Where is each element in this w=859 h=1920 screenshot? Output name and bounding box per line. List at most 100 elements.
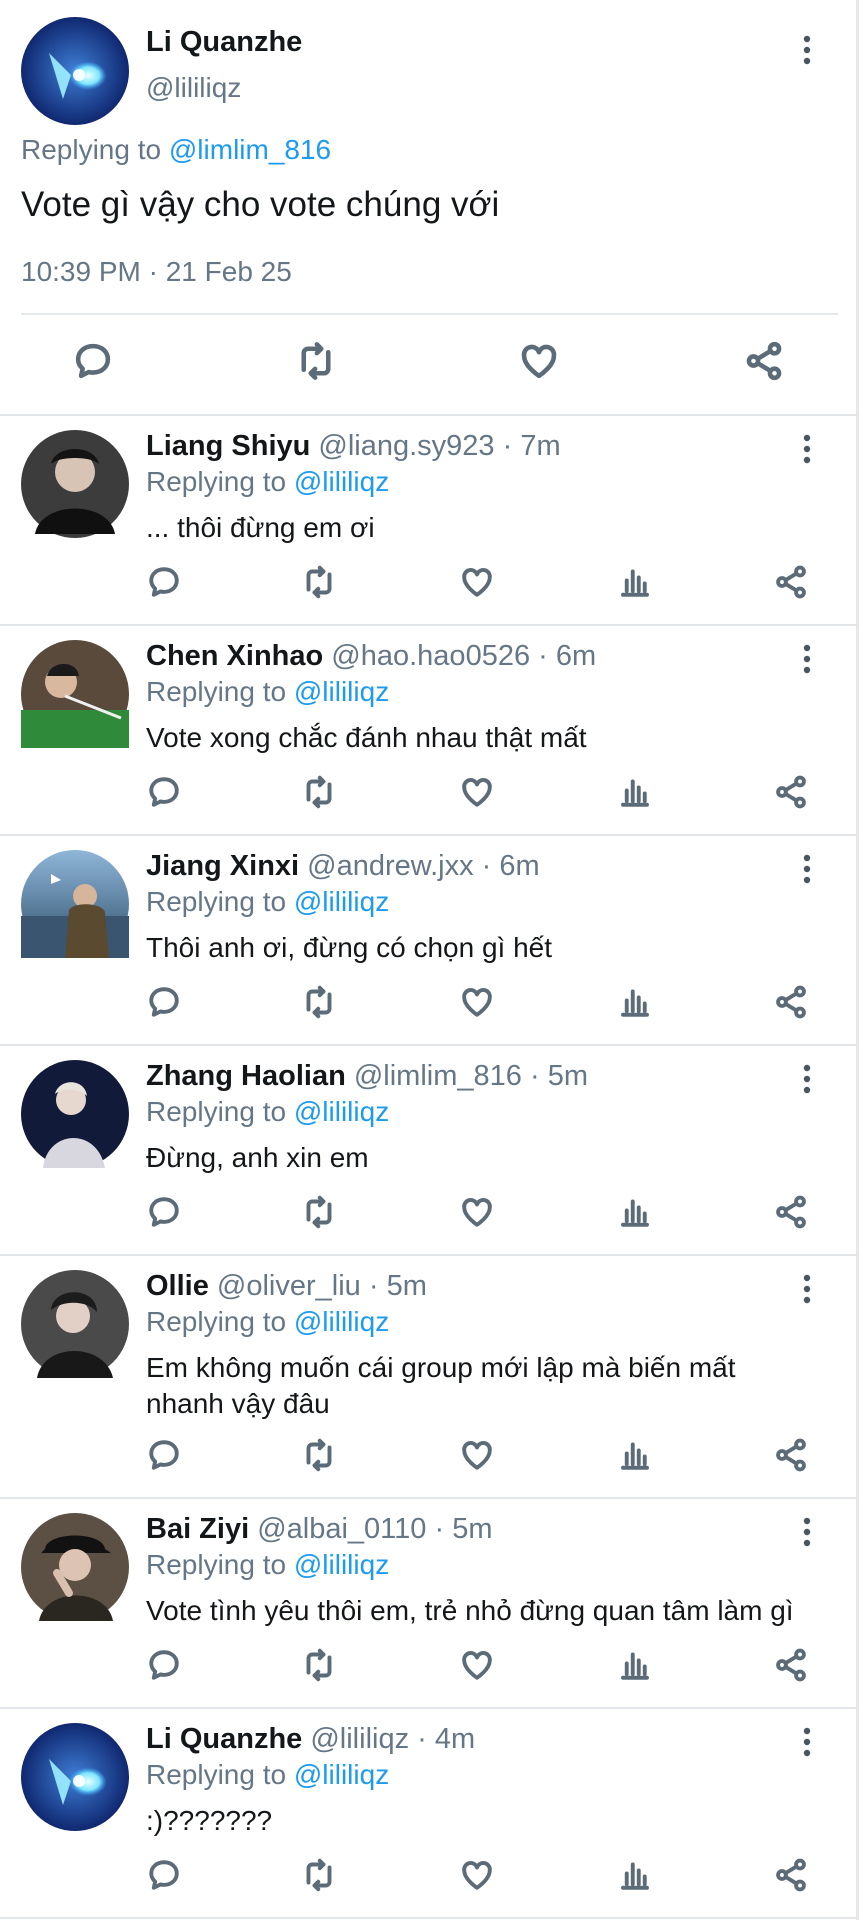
like-icon[interactable] [459, 774, 495, 810]
reply-item[interactable]: Bai Ziyi @albai_0110 · 5m Replying to @l… [0, 1499, 859, 1709]
reply-item[interactable]: Li Quanzhe @lililiqz · 4m Replying to @l… [0, 1709, 859, 1919]
share-icon[interactable] [773, 564, 809, 600]
retweet-icon[interactable] [300, 1437, 338, 1473]
like-icon[interactable] [459, 1857, 495, 1893]
avatar[interactable] [21, 430, 129, 538]
reply-icon[interactable] [72, 340, 114, 382]
like-icon[interactable] [459, 564, 495, 600]
reply-author-name[interactable]: Jiang Xinxi [146, 850, 299, 882]
like-icon[interactable] [459, 1647, 495, 1683]
reply-time: 5m [547, 1060, 588, 1092]
reply-author-name[interactable]: Bai Ziyi [146, 1513, 249, 1545]
reply-header: Jiang Xinxi @andrew.jxx · 6m [146, 850, 540, 883]
avatar[interactable] [21, 1513, 129, 1621]
more-vertical-icon[interactable] [800, 854, 814, 884]
reply-icon[interactable] [146, 984, 182, 1020]
retweet-icon[interactable] [294, 340, 338, 382]
replying-to: Replying to @lililiqz [146, 1096, 389, 1128]
reply-icon[interactable] [146, 1194, 182, 1230]
author-name[interactable]: Li Quanzhe [146, 26, 302, 59]
avatar[interactable] [21, 1060, 129, 1168]
replying-to: Replying to @lililiqz [146, 466, 389, 498]
views-icon[interactable] [617, 1857, 653, 1893]
reply-item[interactable]: Jiang Xinxi @andrew.jxx · 6m Replying to… [0, 836, 859, 1046]
more-vertical-icon[interactable] [800, 1064, 814, 1094]
tweet-timestamp: 10:39 PM · 21 Feb 25 [21, 256, 292, 287]
reply-text: Vote xong chắc đánh nhau thật mất [146, 722, 587, 753]
more-vertical-icon[interactable] [800, 35, 814, 65]
avatar[interactable] [21, 640, 129, 748]
reply-author-name[interactable]: Liang Shiyu [146, 430, 310, 462]
share-icon[interactable] [773, 1437, 809, 1473]
replying-handle-link[interactable]: @lililiqz [294, 676, 389, 707]
replying-handle-link[interactable]: @lililiqz [294, 886, 389, 917]
more-vertical-icon[interactable] [800, 1727, 814, 1757]
views-icon[interactable] [617, 564, 653, 600]
reply-author-handle[interactable]: @liang.sy923 [318, 430, 494, 462]
author-handle[interactable]: @lililiqz [146, 72, 241, 104]
views-icon[interactable] [617, 1647, 653, 1683]
reply-header: Ollie @oliver_liu · 5m [146, 1270, 427, 1303]
reply-icon[interactable] [146, 1857, 182, 1893]
reply-author-name[interactable]: Chen Xinhao [146, 640, 323, 672]
reply-icon[interactable] [146, 564, 182, 600]
retweet-icon[interactable] [300, 774, 338, 810]
share-icon[interactable] [743, 340, 785, 382]
reply-author-handle[interactable]: @lililiqz [310, 1723, 409, 1755]
share-icon[interactable] [773, 1647, 809, 1683]
retweet-icon[interactable] [300, 1647, 338, 1683]
retweet-icon[interactable] [300, 1857, 338, 1893]
replying-label: Replying to [146, 886, 287, 917]
avatar[interactable] [21, 1723, 129, 1831]
reply-author-handle[interactable]: @limlim_816 [354, 1060, 522, 1092]
replying-handle-link[interactable]: @lililiqz [294, 1096, 389, 1127]
replying-handle-link[interactable]: @lililiqz [294, 1759, 389, 1790]
reply-icon[interactable] [146, 1437, 182, 1473]
reply-author-handle[interactable]: @andrew.jxx [307, 850, 473, 882]
more-vertical-icon[interactable] [800, 1274, 814, 1304]
meta-separator: · [521, 1060, 548, 1092]
retweet-icon[interactable] [300, 984, 338, 1020]
share-icon[interactable] [773, 984, 809, 1020]
reply-icon[interactable] [146, 1647, 182, 1683]
more-vertical-icon[interactable] [800, 1517, 814, 1547]
reply-item[interactable]: Chen Xinhao @hao.hao0526 · 6m Replying t… [0, 626, 859, 836]
reply-icon[interactable] [146, 774, 182, 810]
meta-separator: · [360, 1270, 387, 1302]
avatar[interactable] [21, 850, 129, 958]
meta-separator: · [494, 430, 521, 462]
replying-label: Replying to [146, 1306, 287, 1337]
replying-handle-link[interactable]: @limlim_816 [169, 134, 331, 165]
reply-author-name[interactable]: Ollie [146, 1270, 209, 1302]
replying-handle-link[interactable]: @lililiqz [294, 1306, 389, 1337]
more-vertical-icon[interactable] [800, 644, 814, 674]
reply-author-name[interactable]: Li Quanzhe [146, 1723, 302, 1755]
share-icon[interactable] [773, 1194, 809, 1230]
replying-handle-link[interactable]: @lililiqz [294, 466, 389, 497]
retweet-icon[interactable] [300, 564, 338, 600]
reply-author-handle[interactable]: @hao.hao0526 [331, 640, 530, 672]
reply-author-handle[interactable]: @albai_0110 [257, 1513, 426, 1545]
like-icon[interactable] [459, 1194, 495, 1230]
views-icon[interactable] [617, 774, 653, 810]
views-icon[interactable] [617, 984, 653, 1020]
like-icon[interactable] [518, 340, 560, 382]
replying-to: Replying to @lililiqz [146, 1306, 389, 1338]
reply-item[interactable]: Liang Shiyu @liang.sy923 · 7m Replying t… [0, 416, 859, 626]
views-icon[interactable] [617, 1194, 653, 1230]
share-icon[interactable] [773, 1857, 809, 1893]
reply-author-name[interactable]: Zhang Haolian [146, 1060, 346, 1092]
reply-item[interactable]: Ollie @oliver_liu · 5m Replying to @lili… [0, 1256, 859, 1499]
replying-handle-link[interactable]: @lililiqz [294, 1549, 389, 1580]
like-icon[interactable] [459, 984, 495, 1020]
meta-separator: · [409, 1723, 435, 1755]
reply-item[interactable]: Zhang Haolian @limlim_816 · 5m Replying … [0, 1046, 859, 1256]
retweet-icon[interactable] [300, 1194, 338, 1230]
avatar[interactable] [21, 17, 129, 125]
share-icon[interactable] [773, 774, 809, 810]
avatar[interactable] [21, 1270, 129, 1378]
views-icon[interactable] [617, 1437, 653, 1473]
like-icon[interactable] [459, 1437, 495, 1473]
reply-author-handle[interactable]: @oliver_liu [217, 1270, 361, 1302]
more-vertical-icon[interactable] [800, 434, 814, 464]
